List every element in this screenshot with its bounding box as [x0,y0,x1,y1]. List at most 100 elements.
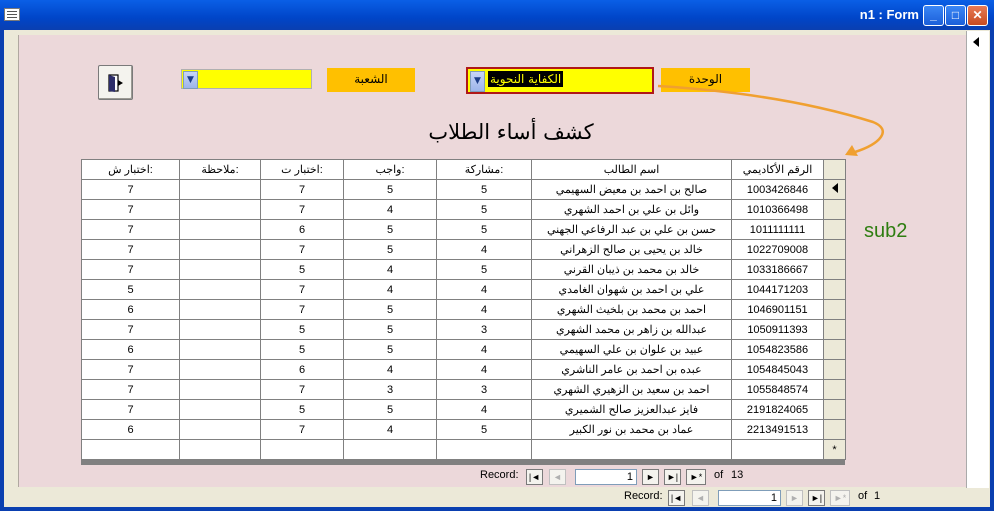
cell-student-id[interactable]: 1044171203 [731,279,824,300]
cell-student-name[interactable]: حسن بن علي بن عبد الرفاعي الجهني [531,219,732,240]
row-selector[interactable] [823,379,846,400]
cell-quiz[interactable]: 7 [260,279,344,300]
cell-student-name[interactable]: عماد بن محمد بن نور الكبير [531,419,732,440]
cell-notes[interactable] [179,419,261,440]
cell-quiz[interactable]: 7 [260,199,344,220]
main-prev-record-button[interactable]: ◄ [692,490,709,506]
cell-student-id[interactable]: 2213491513 [731,419,824,440]
cell-participation[interactable]: 3 [436,319,532,340]
maximize-button[interactable]: □ [945,5,966,26]
cell-participation[interactable]: 5 [436,419,532,440]
table-row[interactable]: 7 6 4 4 عبده بن احمد بن عامر الناشري 10548450… [81,359,846,380]
cell-final-exam[interactable]: 7 [81,179,180,200]
cell-final-exam[interactable]: 6 [81,299,180,320]
row-selector[interactable] [823,359,846,380]
cell-empty[interactable] [436,439,532,460]
table-row[interactable]: 6 5 5 4 عبيد بن علوان بن علي السهيمي 10548235… [81,339,846,360]
cell-final-exam[interactable]: 7 [81,399,180,420]
col-header-quiz[interactable]: اختبار ت: [260,159,344,180]
cell-empty[interactable] [343,439,437,460]
row-selector[interactable] [823,199,846,220]
grid-scrollbar[interactable] [81,460,845,465]
cell-homework[interactable]: 5 [343,299,437,320]
cell-participation[interactable]: 5 [436,219,532,240]
last-record-button[interactable]: ►| [664,469,681,485]
cell-empty[interactable] [179,439,261,460]
col-header-homework[interactable]: واجب: [343,159,437,180]
cell-participation[interactable]: 4 [436,299,532,320]
cell-homework[interactable]: 4 [343,279,437,300]
cell-notes[interactable] [179,219,261,240]
close-button[interactable]: ✕ [967,5,988,26]
cell-participation[interactable]: 3 [436,379,532,400]
exit-button[interactable] [98,65,133,100]
new-record-button[interactable]: ►* [686,469,706,485]
new-record-row[interactable]: * [81,439,846,460]
cell-student-id[interactable]: 1050911393 [731,319,824,340]
row-selector[interactable] [823,279,846,300]
table-row[interactable]: 7 7 4 5 وائل بن علي بن احمد الشهري 1010366498 [81,199,846,220]
cell-final-exam[interactable]: 7 [81,319,180,340]
table-row[interactable]: 7 7 5 4 خالد بن يحيى بن صالح الزهراني 1022709… [81,239,846,260]
cell-student-name[interactable]: خالد بن محمد بن ذيبان القرني [531,259,732,280]
title-bar[interactable]: n1 : Form _ □ ✕ [0,0,994,30]
col-header-participation[interactable]: مشاركة: [436,159,532,180]
cell-homework[interactable]: 4 [343,199,437,220]
section-combo[interactable]: ▼ [181,69,312,89]
main-first-record-button[interactable]: |◄ [668,490,685,506]
cell-participation[interactable]: 5 [436,259,532,280]
cell-homework[interactable]: 3 [343,379,437,400]
col-header-student-id[interactable]: الرقم الأكاديمي [731,159,824,180]
minimize-button[interactable]: _ [923,5,944,26]
row-selector[interactable] [823,219,846,240]
chevron-down-icon[interactable]: ▼ [183,71,198,89]
cell-student-id[interactable]: 1033186667 [731,259,824,280]
cell-student-name[interactable]: خالد بن يحيى بن صالح الزهراني [531,239,732,260]
cell-empty[interactable] [81,439,180,460]
form-icon[interactable] [4,8,20,21]
row-selector[interactable] [823,339,846,360]
cell-participation[interactable]: 4 [436,279,532,300]
cell-student-id[interactable]: 1046901151 [731,299,824,320]
cell-quiz[interactable]: 7 [260,179,344,200]
cell-student-name[interactable]: عبيد بن علوان بن علي السهيمي [531,339,732,360]
table-row[interactable]: 7 5 4 5 خالد بن محمد بن ذيبان القرني 10331866… [81,259,846,280]
cell-student-name[interactable]: عبده بن احمد بن عامر الناشري [531,359,732,380]
table-row[interactable]: 7 7 5 5 صالح بن احمد بن معيض السهيمي 10034268… [81,179,846,200]
cell-notes[interactable] [179,319,261,340]
unit-combo[interactable]: ▼ الكفاية النحوية [466,67,654,94]
cell-quiz[interactable]: 5 [260,319,344,340]
cell-final-exam[interactable]: 7 [81,259,180,280]
cell-quiz[interactable]: 5 [260,339,344,360]
cell-homework[interactable]: 5 [343,179,437,200]
cell-student-name[interactable]: علي بن احمد بن شهوان الغامدي [531,279,732,300]
cell-final-exam[interactable]: 6 [81,339,180,360]
cell-student-id[interactable]: 1054845043 [731,359,824,380]
cell-participation[interactable]: 4 [436,359,532,380]
cell-homework[interactable]: 5 [343,239,437,260]
cell-empty[interactable] [731,439,824,460]
cell-notes[interactable] [179,179,261,200]
table-row[interactable]: 5 7 4 4 علي بن احمد بن شهوان الغامدي 10441712… [81,279,846,300]
cell-homework[interactable]: 5 [343,219,437,240]
cell-notes[interactable] [179,339,261,360]
table-row[interactable]: 7 6 5 5 حسن بن علي بن عبد الرفاعي الجهني 1011… [81,219,846,240]
row-selector[interactable] [823,239,846,260]
cell-notes[interactable] [179,239,261,260]
row-selector[interactable] [823,299,846,320]
col-header-final-exam[interactable]: اختبار ش: [81,159,180,180]
cell-final-exam[interactable]: 7 [81,199,180,220]
cell-homework[interactable]: 5 [343,399,437,420]
cell-student-id[interactable]: 2191824065 [731,399,824,420]
prev-record-button[interactable]: ◄ [549,469,566,485]
new-record-marker[interactable]: * [823,439,846,460]
row-selector[interactable] [823,179,846,200]
cell-empty[interactable] [260,439,344,460]
main-record-number-input[interactable]: 1 [718,490,781,506]
cell-quiz[interactable]: 6 [260,219,344,240]
row-selector[interactable] [823,319,846,340]
cell-notes[interactable] [179,259,261,280]
cell-homework[interactable]: 4 [343,419,437,440]
cell-quiz[interactable]: 7 [260,379,344,400]
cell-final-exam[interactable]: 5 [81,279,180,300]
